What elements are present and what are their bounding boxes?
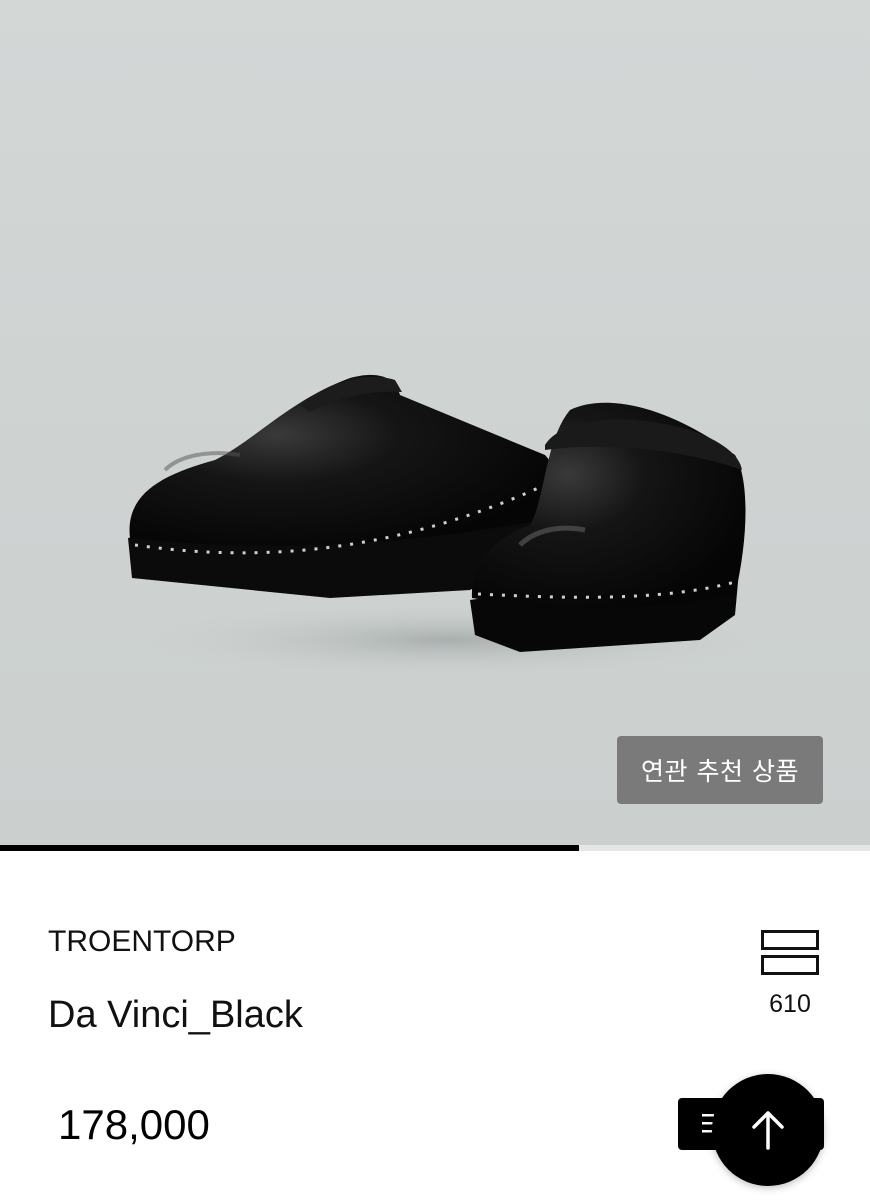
related-products-button[interactable]: 연관 추천 상품 [617,736,823,804]
scroll-to-top-button[interactable] [712,1074,824,1186]
product-image-carousel[interactable]: 연관 추천 상품 [0,0,870,845]
product-title: Da Vinci_Black [48,994,303,1036]
product-photo [120,374,780,680]
like-button[interactable]: 610 [752,930,828,1019]
product-price: 178,000 [58,1101,210,1148]
like-count: 610 [769,990,811,1018]
arrow-up-icon [752,1111,784,1150]
carousel-progress-fill [0,845,580,851]
carousel-progress-bar [0,845,870,851]
brand-name[interactable]: TROENTORP [48,925,236,959]
bookmark-stack-icon [761,930,819,975]
